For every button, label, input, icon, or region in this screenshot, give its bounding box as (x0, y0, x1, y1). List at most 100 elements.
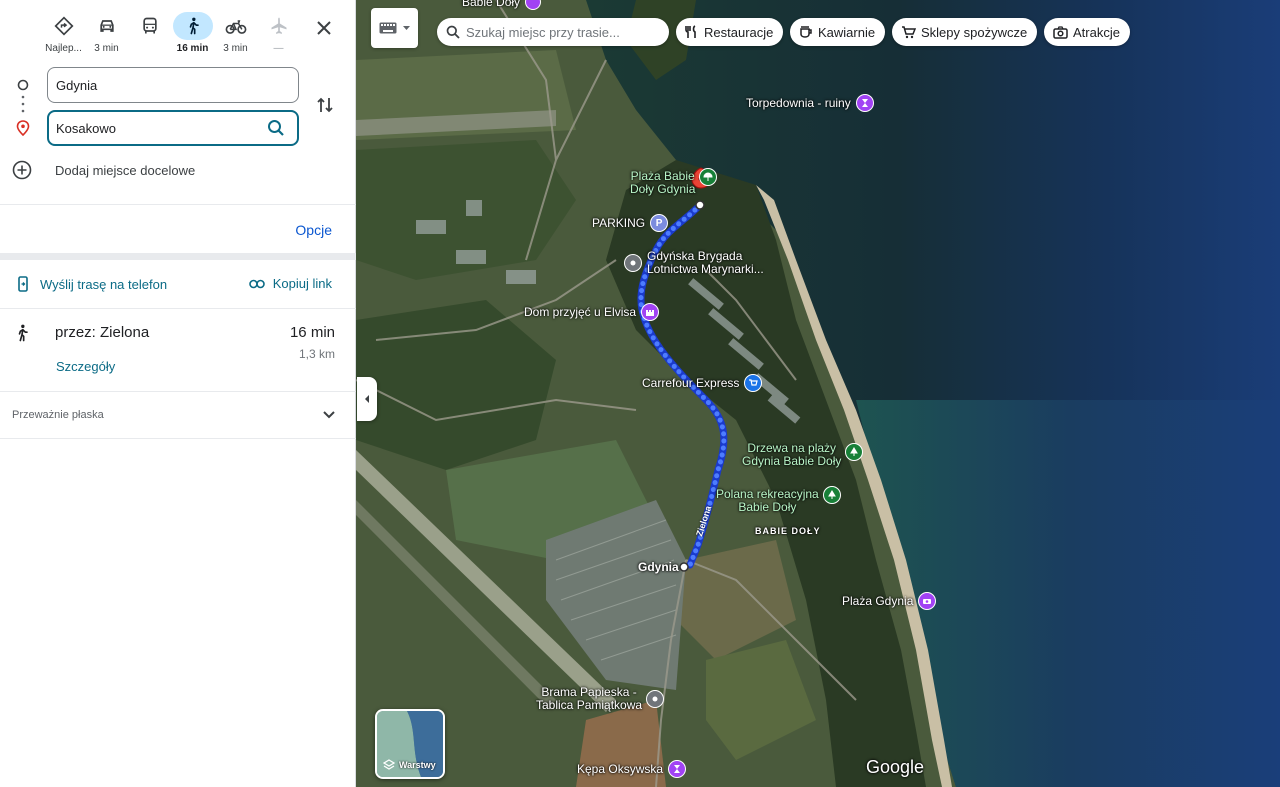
google-logo: Google (866, 757, 925, 777)
layers-label-wrap: Warstwy (383, 759, 436, 771)
chevron-left-icon (365, 395, 369, 403)
close-directions-button[interactable] (308, 12, 340, 44)
poi-label-line2: Lotnictwa Marynarki... (647, 262, 764, 276)
poi-label-line2: Gdynia Babie Doły (742, 454, 842, 468)
poi-label-line1: Gdyńska Brygada (647, 249, 743, 263)
route-via: przez: Zielona (55, 324, 150, 341)
mode-car[interactable]: 3 min (85, 12, 128, 58)
mode-flight-label: — (273, 43, 284, 54)
chip-attractions-label: Atrakcje (1073, 24, 1120, 40)
poi-label: Gdyńska Brygada Lotnictwa Marynarki... (647, 250, 764, 276)
poi-label: Torpedownia - ruiny (746, 95, 851, 110)
poi-plaza-gdynia[interactable]: Plaża Gdynia (842, 592, 937, 610)
poi-label-line2: Babie Doły (738, 500, 797, 514)
copy-link-button[interactable]: Kopiuj link (248, 276, 332, 291)
poi-babie-doly-top[interactable]: Babie Doły (462, 0, 542, 10)
mode-walk-label: 16 min (176, 43, 209, 54)
mode-transit[interactable] (128, 12, 171, 58)
chip-attractions[interactable]: Atrakcje (1044, 18, 1130, 46)
shopping-cart-icon (744, 374, 763, 392)
poi-origin-gdynia[interactable]: Gdynia (638, 561, 679, 574)
coffee-icon (800, 26, 812, 38)
poi-drzewa-na-plazy[interactable]: Drzewa na plaży Gdynia Babie Doły (742, 442, 864, 468)
poi-label-line1: Drzewa na plaży (747, 441, 837, 455)
directions-panel: Najlep... 3 min 16 min 3 min — Gdynia Ko… (0, 0, 356, 787)
poi-label: Drzewa na plaży Gdynia Babie Doły (742, 442, 841, 468)
search-along-route[interactable] (437, 18, 669, 46)
camera-icon (918, 592, 937, 610)
hourglass-icon (855, 94, 874, 112)
origin-input[interactable] (47, 67, 299, 103)
send-to-phone-label: Wyślij trasę na telefon (40, 276, 168, 292)
poi-plaza-babie-doly[interactable]: Plaża Babie Doły Gdynia (630, 168, 718, 196)
walking-route (637, 167, 728, 572)
divider (0, 253, 356, 260)
poi-brygada[interactable]: Gdyńska Brygada Lotnictwa Marynarki... (624, 250, 764, 276)
origin-circle-icon (17, 79, 29, 91)
chevron-down-icon (323, 411, 335, 419)
chip-cafes[interactable]: Kawiarnie (790, 18, 886, 46)
keyboard-shortcuts-button[interactable] (371, 8, 418, 48)
layers-icon (383, 759, 395, 770)
poi-label-line2: Doły Gdynia (630, 182, 696, 196)
poi-label: Polana rekreacyjna Babie Doły (716, 488, 819, 514)
chip-groceries[interactable]: Sklepy spożywcze (892, 18, 1038, 46)
terrain-expander[interactable]: Przeważnie płaska (0, 391, 356, 439)
plane-icon (271, 17, 286, 34)
poi-torpedownia[interactable]: Torpedownia - ruiny (746, 94, 874, 112)
mode-walk[interactable]: 16 min (171, 12, 214, 58)
route-distance: 1,3 km (298, 347, 335, 361)
options-button[interactable]: Opcje (295, 222, 332, 238)
destination-input[interactable] (47, 110, 299, 146)
keyboard-icon (379, 22, 397, 34)
map-canvas[interactable]: Zielona BABIE DOŁY Babie Doły Torpedowni… (356, 0, 1280, 787)
mode-best[interactable]: Najlep... (42, 12, 85, 58)
destination-search-button[interactable] (264, 116, 288, 140)
poi-carrefour[interactable]: Carrefour Express (642, 374, 763, 392)
poi-dom-przyjec[interactable]: Dom przyjęć u Elvisa (524, 303, 660, 321)
castle-icon (641, 303, 660, 321)
village-label: BABIE DOŁY (755, 526, 821, 536)
poi-kepa-oksywska[interactable]: Kępa Oksywska (577, 760, 687, 778)
poi-label-line1: Plaża Babie (630, 169, 695, 183)
mode-bike-label: 3 min (223, 43, 248, 54)
poi-label: Brama Papieska - Tablica Pamiątkowa (536, 686, 642, 712)
layers-button[interactable]: Warstwy (375, 709, 445, 779)
chip-restaurants[interactable]: Restauracje (676, 18, 784, 46)
walk-icon (189, 17, 199, 35)
poi-label: Dom przyjęć u Elvisa (524, 304, 637, 319)
landmark-icon (525, 0, 542, 10)
route-details-link[interactable]: Szczegóły (56, 359, 115, 374)
poi-label-line2: Tablica Pamiątkowa (536, 698, 643, 712)
mode-bike[interactable]: 3 min (214, 12, 257, 58)
divider (0, 308, 356, 309)
add-destination-button[interactable]: Dodaj miejsce docelowe (12, 160, 195, 180)
bus-icon (142, 17, 157, 34)
swap-locations-button[interactable] (312, 92, 338, 118)
directions-diamond-icon (53, 16, 74, 36)
poi-label: Kępa Oksywska (577, 761, 664, 776)
shopping-cart-icon (902, 26, 916, 39)
poi-label: PARKING (592, 215, 646, 230)
travel-modes: Najlep... 3 min 16 min 3 min — (42, 12, 300, 58)
car-icon (99, 20, 114, 32)
send-to-phone-button[interactable]: Wyślij trasę na telefon (16, 276, 167, 292)
location-icon (646, 690, 665, 708)
route-option[interactable]: przez: Zielona 16 min 1,3 km Szczegóły (0, 310, 356, 390)
poi-label-line1: Polana rekreacyjna (716, 487, 819, 501)
search-along-route-input[interactable] (466, 24, 656, 40)
poi-label: Plaża Gdynia (842, 593, 914, 608)
poi-polana-rekreacyjna[interactable]: Polana rekreacyjna Babie Doły (716, 486, 841, 514)
hourglass-icon (668, 760, 687, 778)
poi-brama-papieska[interactable]: Brama Papieska - Tablica Pamiątkowa (536, 686, 665, 712)
poi-parking[interactable]: PARKING P (592, 214, 669, 232)
search-icon (446, 25, 460, 39)
copy-link-label: Kopiuj link (272, 276, 332, 291)
collapse-panel-button[interactable] (357, 377, 377, 421)
poi-label: Carrefour Express (642, 375, 740, 390)
bike-icon (225, 20, 246, 34)
beach-umbrella-icon (699, 168, 718, 186)
chip-cafes-label: Kawiarnie (818, 24, 876, 40)
mode-flight[interactable]: — (257, 12, 300, 58)
link-icon (248, 279, 265, 288)
